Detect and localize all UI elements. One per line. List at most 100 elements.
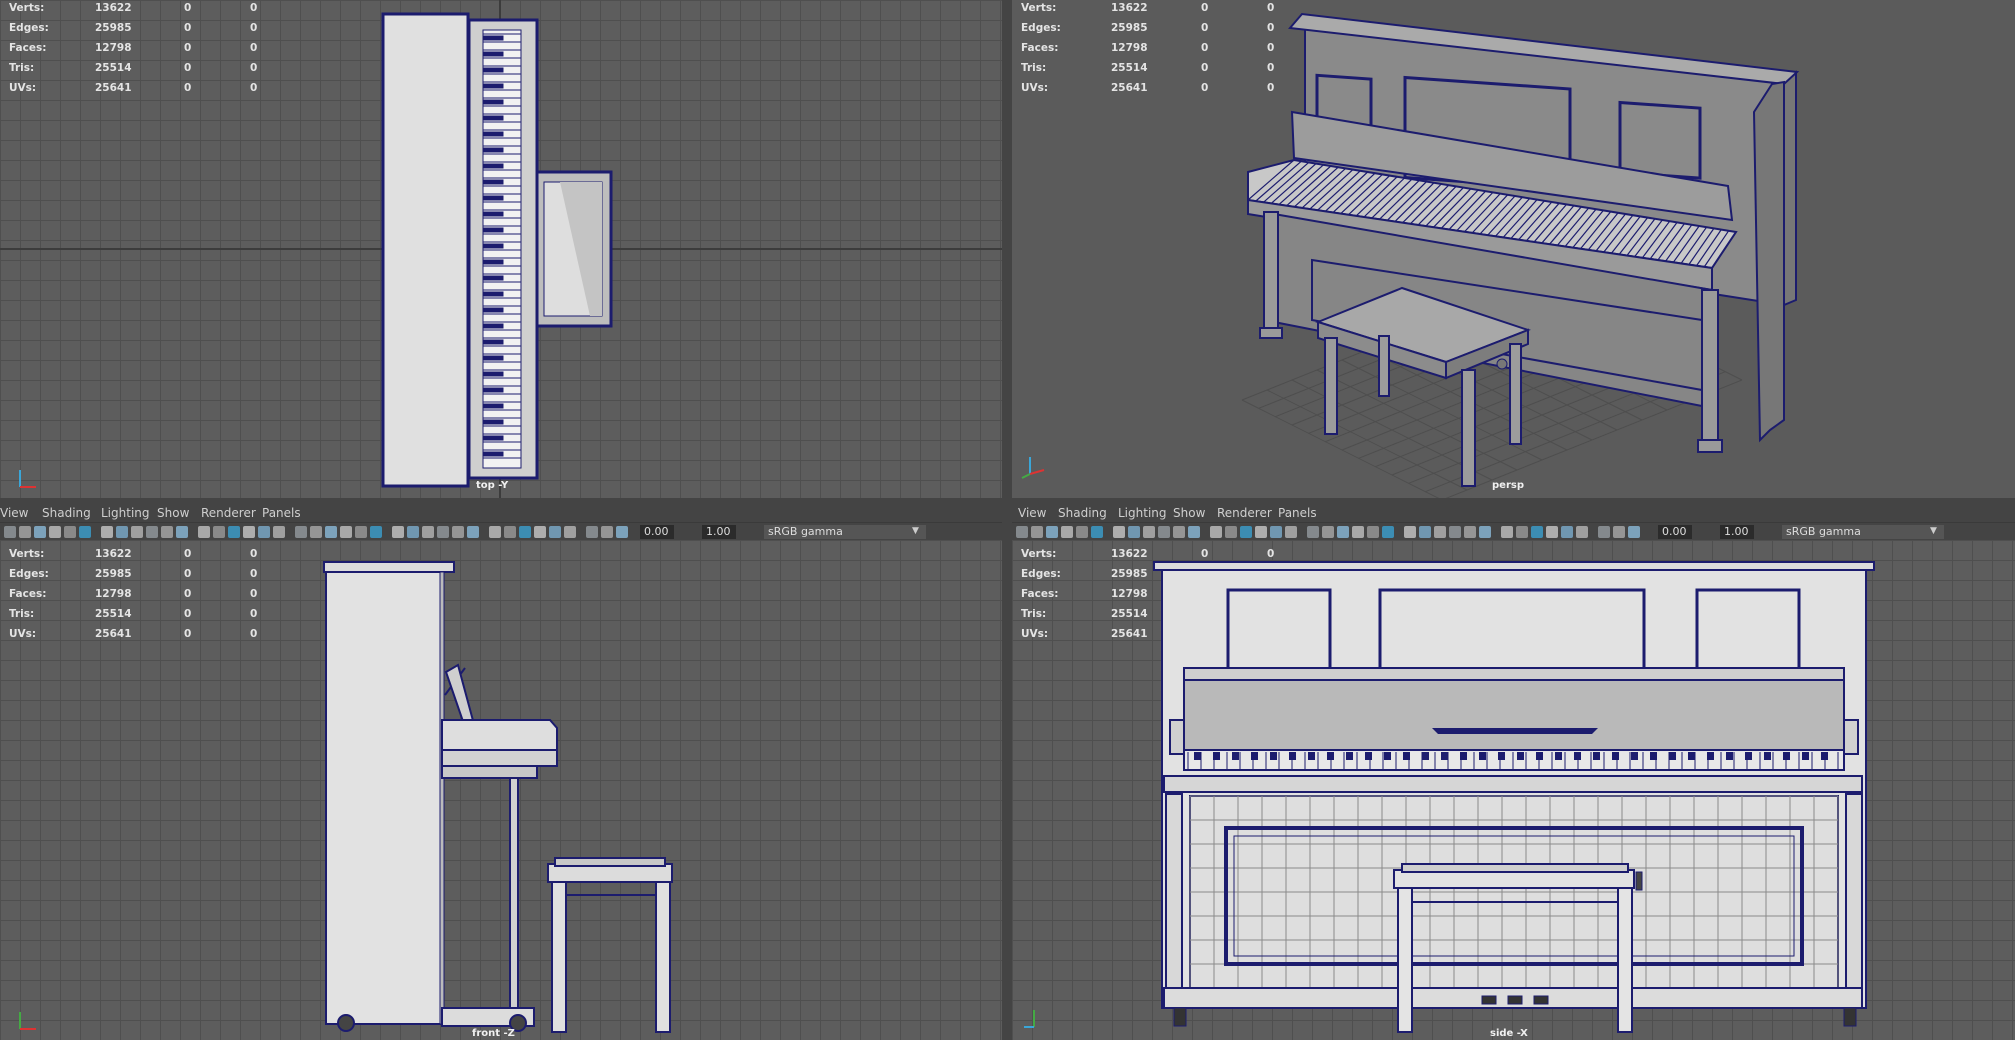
toolbar-icon[interactable] [146, 526, 158, 538]
toolbar-icon[interactable] [273, 526, 285, 538]
toolbar-icon[interactable] [1113, 526, 1125, 538]
toolbar-icon[interactable] [452, 526, 464, 538]
toolbar-icon[interactable] [1546, 526, 1558, 538]
piano-persp-model[interactable] [1012, 0, 2015, 498]
toolbar-icon[interactable] [161, 526, 173, 538]
viewport-side[interactable]: Verts:1362200 Edges:2598500 Faces:127980… [1012, 540, 2015, 1040]
toolbar-icon[interactable] [601, 526, 613, 538]
toolbar-icon[interactable] [1061, 526, 1073, 538]
toolbar-icon[interactable] [504, 526, 516, 538]
menu-panels[interactable]: Panels [262, 506, 301, 520]
viewport-divider[interactable] [1002, 0, 1012, 1040]
toolbar-icon[interactable] [1143, 526, 1155, 538]
toolbar-icon[interactable] [1322, 526, 1334, 538]
color-space-select[interactable]: sRGB gamma [1782, 525, 1944, 539]
toolbar-icon[interactable] [1419, 526, 1431, 538]
toolbar-icon[interactable] [370, 526, 382, 538]
toolbar-icon[interactable] [1173, 526, 1185, 538]
menu-panels[interactable]: Panels [1278, 506, 1317, 520]
toolbar-icon[interactable] [1270, 526, 1282, 538]
toolbar-icon[interactable] [1382, 526, 1394, 538]
piano-front-model[interactable] [0, 540, 1002, 1040]
toolbar-icon[interactable] [1337, 526, 1349, 538]
toolbar-icon[interactable] [489, 526, 501, 538]
toolbar-icon[interactable] [1464, 526, 1476, 538]
toolbar-icon[interactable] [1225, 526, 1237, 538]
menu-shading[interactable]: Shading [1058, 506, 1107, 520]
toolbar-icon[interactable] [616, 526, 628, 538]
toolbar-icon[interactable] [1561, 526, 1573, 538]
toolbar-icon[interactable] [1531, 526, 1543, 538]
toolbar-icon[interactable] [437, 526, 449, 538]
gamma-field[interactable]: 1.00 [702, 525, 736, 539]
toolbar-icon[interactable] [325, 526, 337, 538]
toolbar-icon[interactable] [1352, 526, 1364, 538]
toolbar-icon[interactable] [49, 526, 61, 538]
toolbar-icon[interactable] [310, 526, 322, 538]
toolbar-icon[interactable] [1158, 526, 1170, 538]
toolbar-icon[interactable] [1188, 526, 1200, 538]
toolbar-icon[interactable] [258, 526, 270, 538]
toolbar-icon[interactable] [1031, 526, 1043, 538]
menu-view[interactable]: View [0, 506, 28, 520]
viewport-top[interactable]: Verts: 13622 0 0 Edges: 25985 0 0 Faces: 12798 0… [0, 0, 1002, 498]
viewport-front[interactable]: Verts: 13622 0 0 Edges: 25985 0 0 Faces: 12798 0… [0, 540, 1002, 1040]
viewport-persp[interactable]: Verts: 13622 0 0 Edges: 25985 0 0 Faces: 12798 0… [1012, 0, 2015, 498]
toolbar-icon[interactable] [176, 526, 188, 538]
menu-view[interactable]: View [1018, 506, 1046, 520]
toolbar-icon[interactable] [355, 526, 367, 538]
toolbar-icon[interactable] [1285, 526, 1297, 538]
toolbar-icon[interactable] [1076, 526, 1088, 538]
toolbar-icon[interactable] [1576, 526, 1588, 538]
toolbar-icon[interactable] [101, 526, 113, 538]
toolbar-icon[interactable] [1240, 526, 1252, 538]
toolbar-icon[interactable] [549, 526, 561, 538]
menu-lighting[interactable]: Lighting [1118, 506, 1167, 520]
toolbar-icon[interactable] [586, 526, 598, 538]
menu-shading[interactable]: Shading [42, 506, 91, 520]
toolbar-icon[interactable] [228, 526, 240, 538]
toolbar-icon[interactable] [1307, 526, 1319, 538]
toolbar-icon[interactable] [1255, 526, 1267, 538]
toolbar-icon[interactable] [64, 526, 76, 538]
toolbar-icon[interactable] [1598, 526, 1610, 538]
toolbar-icon[interactable] [1501, 526, 1513, 538]
toolbar-icon[interactable] [422, 526, 434, 538]
menu-lighting[interactable]: Lighting [101, 506, 150, 520]
toolbar-icon[interactable] [1479, 526, 1491, 538]
menu-show[interactable]: Show [1173, 506, 1205, 520]
chevron-down-icon[interactable]: ▼ [912, 526, 919, 536]
toolbar-icon[interactable] [4, 526, 16, 538]
toolbar-icon[interactable] [1628, 526, 1640, 538]
toolbar-icon[interactable] [131, 526, 143, 538]
toolbar-icon[interactable] [19, 526, 31, 538]
toolbar-icon[interactable] [295, 526, 307, 538]
toolbar-icon[interactable] [1434, 526, 1446, 538]
toolbar-icon[interactable] [340, 526, 352, 538]
menu-renderer[interactable]: Renderer [201, 506, 256, 520]
piano-side-model[interactable] [1012, 540, 2015, 1040]
toolbar-icon[interactable] [519, 526, 531, 538]
toolbar-icon[interactable] [407, 526, 419, 538]
color-space-select[interactable]: sRGB gamma [764, 525, 926, 539]
toolbar-icon[interactable] [1404, 526, 1416, 538]
toolbar-icon[interactable] [1367, 526, 1379, 538]
piano-top-model[interactable] [0, 0, 1002, 498]
exposure-field[interactable]: 0.00 [640, 525, 674, 539]
toolbar-icon[interactable] [1210, 526, 1222, 538]
toolbar-icon[interactable] [1449, 526, 1461, 538]
toolbar-icon[interactable] [116, 526, 128, 538]
toolbar-icon[interactable] [534, 526, 546, 538]
toolbar-icon[interactable] [1016, 526, 1028, 538]
exposure-field[interactable]: 0.00 [1658, 525, 1692, 539]
toolbar-icon[interactable] [34, 526, 46, 538]
chevron-down-icon[interactable]: ▼ [1930, 526, 1937, 536]
gamma-field[interactable]: 1.00 [1720, 525, 1754, 539]
toolbar-icon[interactable] [564, 526, 576, 538]
toolbar-icon[interactable] [198, 526, 210, 538]
toolbar-icon[interactable] [1046, 526, 1058, 538]
menu-show[interactable]: Show [157, 506, 189, 520]
toolbar-icon[interactable] [1516, 526, 1528, 538]
toolbar-icon[interactable] [1091, 526, 1103, 538]
toolbar-icon[interactable] [79, 526, 91, 538]
